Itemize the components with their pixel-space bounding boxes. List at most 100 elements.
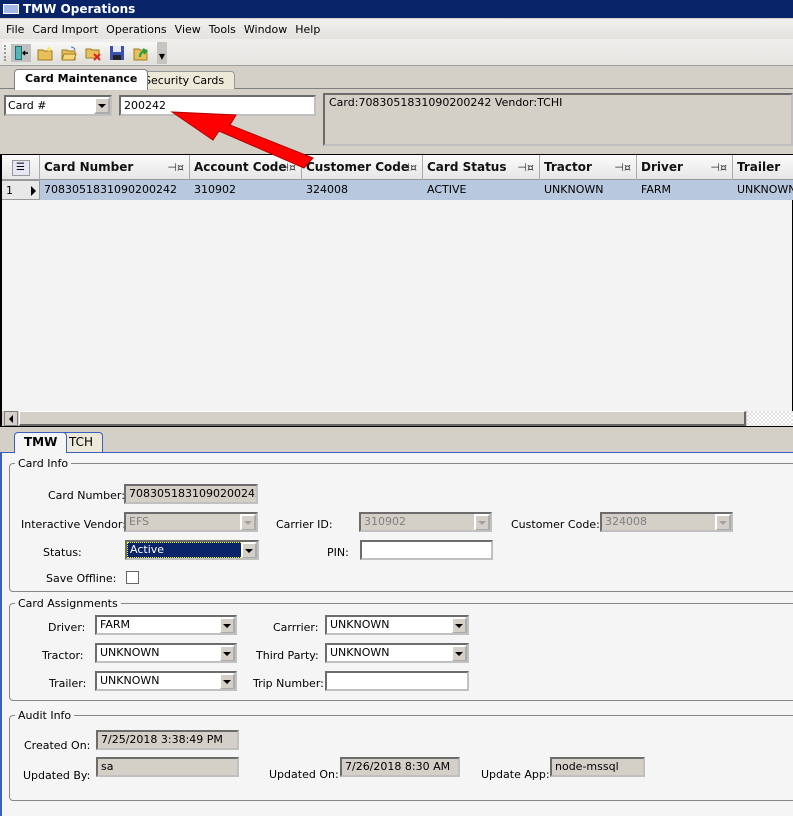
horizontal-scrollbar[interactable] [2, 411, 793, 426]
audit-info-group: Audit Info [9, 709, 793, 801]
chevron-down-icon[interactable] [219, 673, 235, 689]
cell-account-code[interactable]: 310902 [190, 180, 236, 200]
save-button[interactable] [107, 44, 127, 62]
pin-icon[interactable]: ⊣¤ [517, 155, 534, 180]
menu-window[interactable]: Window [240, 23, 291, 36]
customer-code-label: Customer Code: [511, 518, 600, 531]
search-input[interactable]: 200242 [119, 95, 316, 116]
tab-tmw[interactable]: TMW [14, 432, 68, 453]
title-bar: TMW Operations [0, 0, 793, 18]
carrier-label: Carrrier: [273, 621, 319, 634]
card-number-field[interactable]: 7083051831090200242 [124, 484, 258, 504]
menu-operations[interactable]: Operations [102, 23, 170, 36]
column-chooser-icon: ☰ [11, 159, 30, 176]
trip-number-input[interactable] [325, 671, 469, 691]
updated-by-field: sa [96, 757, 239, 777]
toolbar-overflow-button[interactable]: ▼ [157, 42, 167, 64]
cell-trailer[interactable]: UNKNOWN [733, 180, 793, 200]
created-on-label: Created On: [24, 739, 91, 752]
chevron-down-icon[interactable] [94, 97, 110, 114]
update-app-field: node-mssql [550, 757, 645, 777]
menu-bar: File Card Import Operations View Tools W… [0, 19, 793, 39]
card-info-legend: Card Info [18, 457, 69, 470]
col-header-account-code[interactable]: Account Code ⊣¤ [190, 155, 302, 180]
status-label: Status: [43, 546, 82, 559]
card-number-label: Card Number: [48, 489, 125, 502]
carrier-select[interactable]: UNKNOWN [325, 615, 469, 635]
trailer-label: Trailer: [49, 677, 87, 690]
cell-card-number[interactable]: 7083051831090200242 [40, 180, 177, 200]
open-folder-icon [61, 46, 77, 61]
pin-icon[interactable]: ⊣¤ [710, 155, 727, 180]
interactive-vendor-label: Interactive Vendor: [21, 518, 126, 531]
chevron-down-icon[interactable] [451, 617, 467, 633]
third-party-select[interactable]: UNKNOWN [325, 643, 469, 663]
cell-customer-code[interactable]: 324008 [302, 180, 348, 200]
save-offline-label: Save Offline: [46, 572, 117, 585]
table-row[interactable]: 7083051831090200242 310902 324008 ACTIVE… [40, 180, 793, 200]
cell-driver[interactable]: FARM [637, 180, 671, 200]
col-header-card-number[interactable]: Card Number ⊣¤ [40, 155, 190, 180]
trailer-select[interactable]: UNKNOWN [95, 671, 237, 691]
app-icon [3, 4, 19, 14]
cell-tractor[interactable]: UNKNOWN [540, 180, 604, 200]
menu-card-import[interactable]: Card Import [28, 23, 102, 36]
new-folder-icon [37, 46, 53, 61]
delete-folder-icon [85, 48, 101, 61]
pin-icon[interactable]: ⊣¤ [400, 155, 417, 180]
pin-icon[interactable]: ⊣¤ [167, 155, 184, 180]
scroll-thumb[interactable] [19, 411, 746, 426]
scroll-left-button[interactable] [4, 411, 18, 426]
carrier-id-label: Carrier ID: [276, 518, 333, 531]
chevron-down-icon[interactable] [451, 645, 467, 661]
pin-icon[interactable]: ⊣¤ [614, 155, 631, 180]
search-field-value: Card # [8, 99, 47, 112]
chevron-down-icon[interactable] [241, 542, 257, 558]
card-info-display: Card:7083051831090200242 Vendor:TCHI [323, 93, 793, 146]
export-button[interactable] [131, 44, 151, 62]
menu-file[interactable]: File [2, 23, 28, 36]
driver-select[interactable]: FARM [95, 615, 237, 635]
tractor-label: Tractor: [42, 649, 84, 662]
col-header-trailer[interactable]: Trailer [733, 155, 793, 180]
save-offline-checkbox[interactable] [126, 571, 139, 584]
detail-tabs: TMW TCH [0, 432, 793, 453]
chevron-down-icon[interactable] [219, 645, 235, 661]
chevron-down-icon[interactable] [219, 617, 235, 633]
customer-code-select: 324008 [600, 512, 733, 532]
col-header-driver[interactable]: Driver ⊣¤ [637, 155, 733, 180]
card-info-text: Card:7083051831090200242 Vendor:TCHI [329, 96, 563, 109]
row-indicator-icon [31, 186, 36, 196]
cards-grid: ☰ Card Number ⊣¤ Account Code ⊣¤ Customer … [0, 154, 793, 427]
column-chooser-button[interactable]: ☰ [2, 155, 40, 180]
exit-icon [15, 46, 28, 60]
updated-by-label: Updated By: [23, 769, 91, 782]
new-button[interactable] [35, 44, 55, 62]
col-header-card-status[interactable]: Card Status ⊣¤ [423, 155, 540, 180]
delete-button[interactable] [83, 44, 103, 62]
pin-icon[interactable]: ⊣¤ [279, 155, 296, 180]
col-header-customer-code[interactable]: Customer Code ⊣¤ [302, 155, 423, 180]
menu-tools[interactable]: Tools [205, 23, 240, 36]
open-button[interactable] [59, 44, 79, 62]
updated-on-label: Updated On: [269, 768, 339, 781]
driver-label: Driver: [48, 621, 86, 634]
menu-view[interactable]: View [171, 23, 205, 36]
exit-button[interactable] [11, 44, 31, 62]
toolbar-grip[interactable] [4, 45, 7, 61]
tab-security-cards[interactable]: Security Cards [133, 71, 236, 89]
scroll-track[interactable] [747, 411, 793, 426]
status-select[interactable]: Active [125, 540, 259, 560]
tool-strip [2, 42, 167, 64]
pin-input[interactable] [360, 540, 493, 560]
search-field-select[interactable]: Card # [4, 95, 112, 116]
chevron-down-icon [715, 514, 731, 530]
cell-card-status[interactable]: ACTIVE [423, 180, 466, 200]
row-header[interactable]: 1 [2, 180, 40, 200]
tab-card-maintenance[interactable]: Card Maintenance [14, 69, 149, 90]
updated-on-field: 7/26/2018 8:30 AM [340, 757, 460, 777]
created-on-field: 7/25/2018 3:38:49 PM [96, 730, 239, 750]
col-header-tractor[interactable]: Tractor ⊣¤ [540, 155, 637, 180]
tractor-select[interactable]: UNKNOWN [95, 643, 237, 663]
menu-help[interactable]: Help [291, 23, 324, 36]
